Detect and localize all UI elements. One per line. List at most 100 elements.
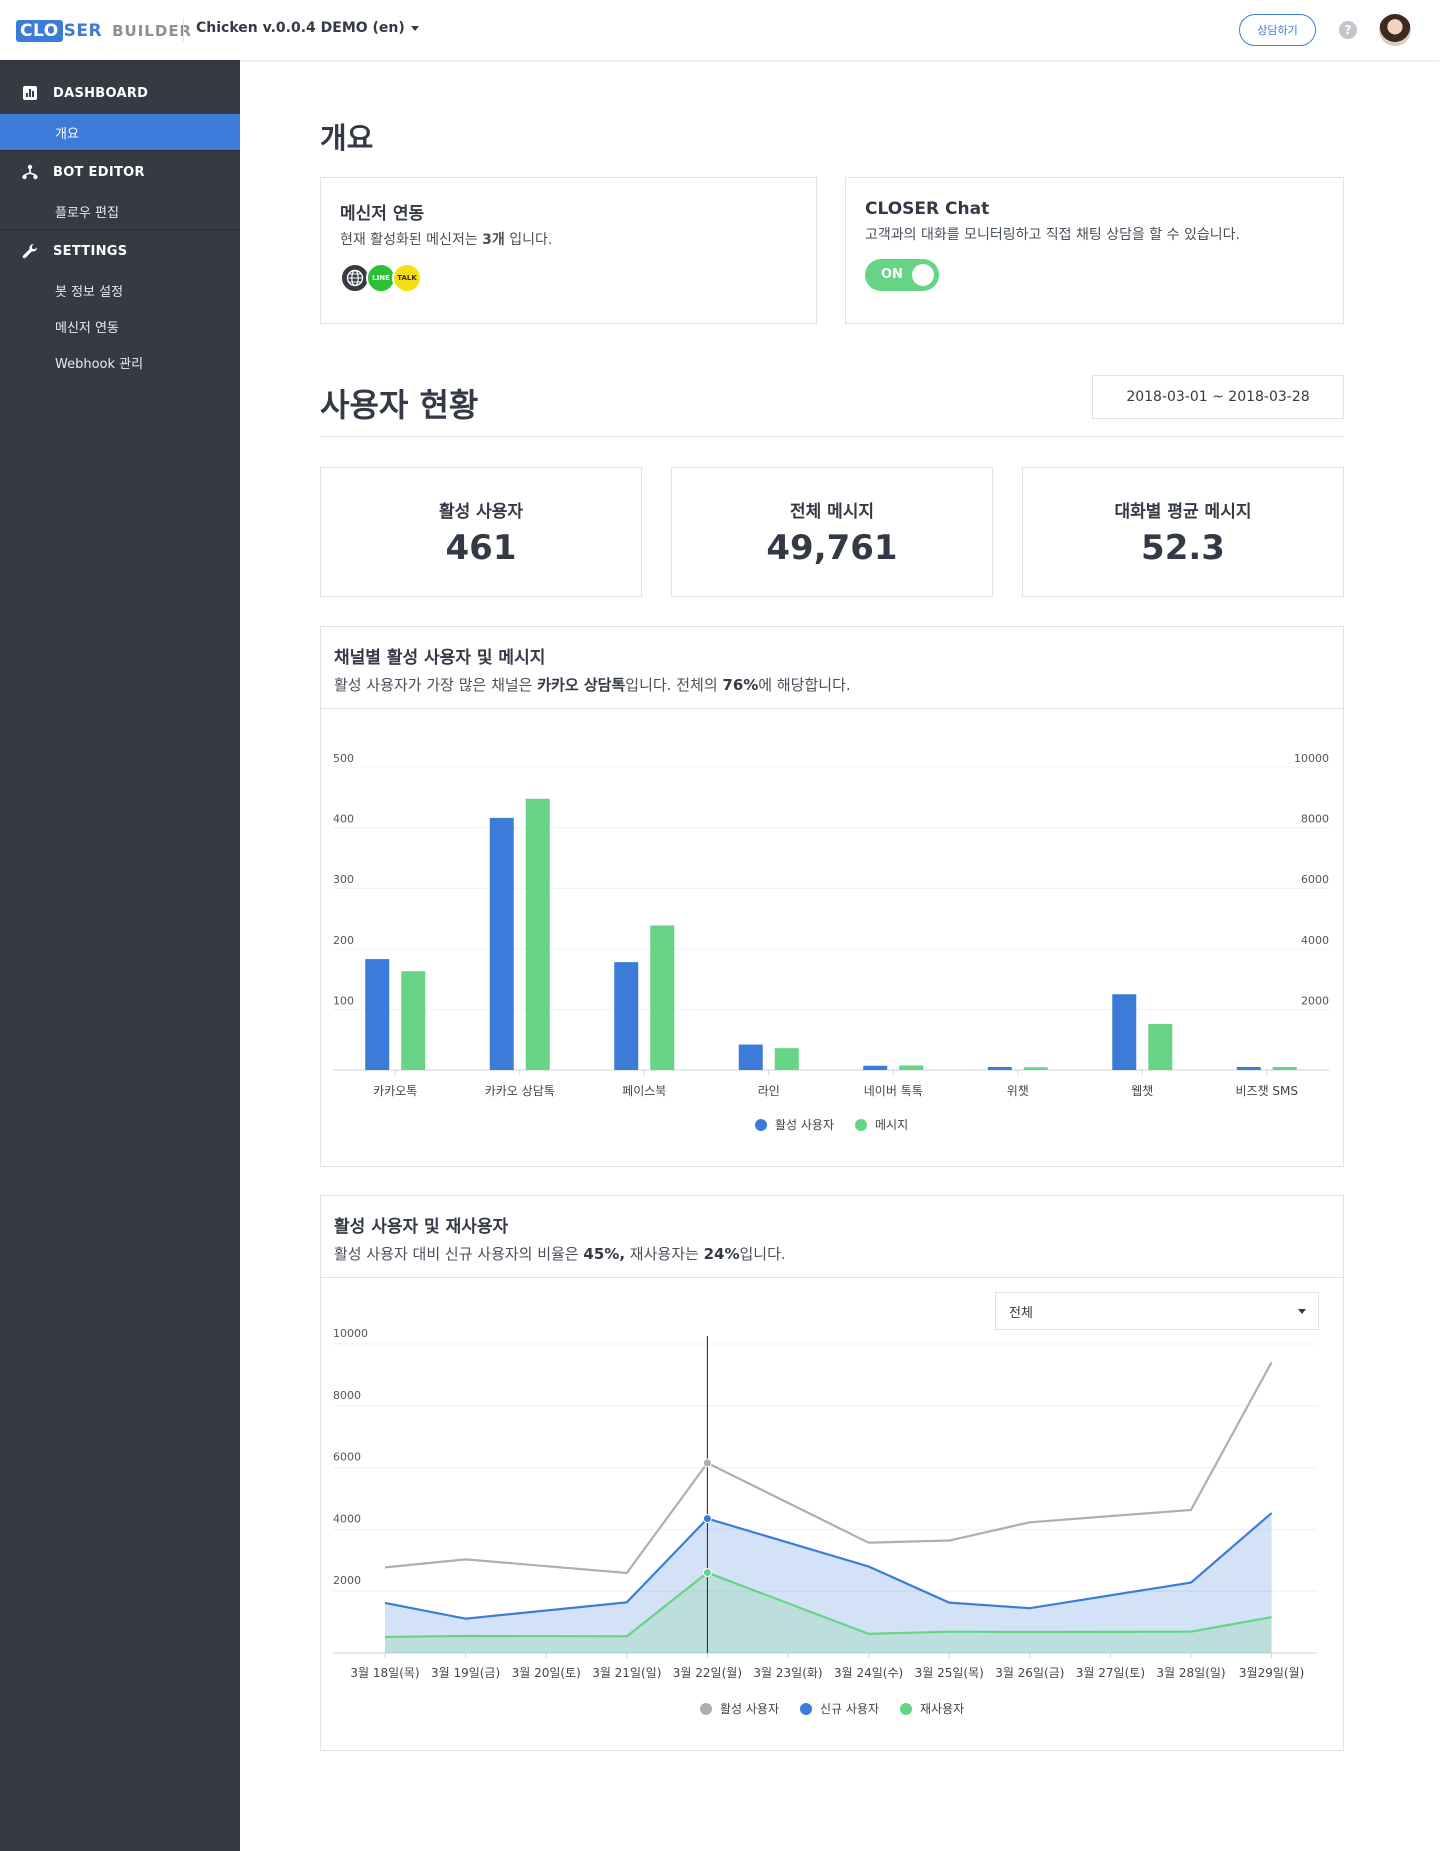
legend-label: 활성 사용자 [720,1702,779,1716]
closer-chat-card: CLOSER Chat 고객과의 대화를 모니터링하고 직접 채팅 상담을 할 … [845,177,1344,324]
hover-point [702,1514,712,1524]
desc-text: 에 해당합니다. [758,676,851,694]
retention-chart-card: 활성 사용자 및 재사용자 활성 사용자 대비 신규 사용자의 비율은 45%,… [320,1195,1344,1751]
bar-active-users [1236,1066,1261,1070]
desc-highlight: 45%, [583,1245,626,1263]
legend-marker [700,1703,712,1715]
bar-active-users [1112,994,1137,1070]
legend-label: 활성 사용자 [775,1118,834,1132]
x-tick-label: 네이버 톡톡 [864,1084,923,1098]
messenger-count: 3개 [482,232,505,248]
project-name: Chicken v.0.0.4 DEMO (en) [196,20,405,36]
caret-down-icon [410,25,419,31]
legend-label: 메시지 [875,1118,908,1132]
y-tick-label: 2000 [333,1574,361,1587]
x-tick-label: 3월 26일(금) [995,1666,1064,1680]
bar-active-users [738,1044,763,1070]
bar-active-users [489,817,514,1070]
user-avatar[interactable] [1379,14,1411,46]
messenger-icons: LINE TALK [340,263,797,293]
toggle-label: ON [881,267,903,282]
legend-marker [755,1119,767,1131]
bar-messages [401,971,426,1070]
legend-marker [900,1703,912,1715]
stat-value: 49,761 [766,527,898,568]
bar-active-users [863,1065,888,1070]
retention-line-chart: 2000 4000 6000 8000 10000 3월 18일(목) 3월 19일(금) 3… [333,1327,1317,1716]
stat-card-total-messages: 전체 메시지 49,761 [671,467,993,597]
y-tick-label-left: 300 [333,873,354,886]
messenger-card: 메신저 연동 현재 활성화된 메신저는 3개 입니다. LINE TALK [320,177,817,324]
bar-messages [1272,1066,1297,1070]
x-tick-label: 비즈챗 SMS [1235,1083,1298,1098]
header-divider [183,18,184,42]
sidebar-item-bot-info[interactable]: 봇 정보 설정 [0,272,240,308]
sidebar-item-overview[interactable]: 개요 [0,114,240,150]
project-dropdown[interactable]: Chicken v.0.0.4 DEMO (en) [196,20,419,36]
logo-builder: BUILDER [112,22,193,40]
x-tick-label: 3월 23일(화) [753,1666,822,1680]
help-icon[interactable]: ? [1339,21,1357,39]
legend-marker [855,1119,867,1131]
y-tick-label-left: 100 [333,994,354,1007]
nav-section-dashboard[interactable]: DASHBOARD [0,72,240,114]
sidebar-item-webhook[interactable]: Webhook 관리 [0,344,240,380]
legend-marker [800,1703,812,1715]
stat-card-avg-messages: 대화별 평균 메시지 52.3 [1022,467,1344,597]
closer-chat-title: CLOSER Chat [865,199,990,219]
desc-text: 활성 사용자 대비 신규 사용자의 비율은 [334,1245,584,1263]
y-tick-label-right: 2000 [1301,994,1329,1007]
hover-point [702,1458,712,1468]
bar-messages [1148,1023,1173,1070]
stat-label: 활성 사용자 [438,501,524,522]
y-tick-label-right: 6000 [1301,873,1329,886]
consult-button[interactable]: 상담하기 [1239,14,1316,46]
flow-icon [22,164,38,180]
date-range-picker[interactable]: 2018-03-01 ~ 2018-03-28 [1092,375,1344,419]
x-tick-label: 3월 22일(월) [673,1666,742,1680]
user-filter-select[interactable]: 전체 [995,1292,1319,1330]
sidebar-item-messenger[interactable]: 메신저 연동 [0,308,240,344]
sidebar: DASHBOARD 개요 BOT EDITOR 플로우 편집 SETTINGS … [0,60,240,1851]
x-tick-label: 3월 21일(일) [592,1666,661,1680]
y-tick-label-right: 4000 [1301,934,1329,947]
chart-desc: 활성 사용자 대비 신규 사용자의 비율은 45%, 재사용자는 24%입니다. [334,1243,1330,1264]
page-title: 개요 [320,121,374,155]
bar-messages [650,925,675,1070]
stat-label: 전체 메시지 [789,501,875,522]
x-tick-label: 페이스북 [622,1084,666,1098]
x-tick-label: 3월 28일(일) [1156,1666,1225,1680]
x-tick-label: 3월 25일(목) [915,1666,984,1680]
nav-section-label: DASHBOARD [53,85,149,101]
x-tick-label: 3월 20일(토) [512,1666,581,1680]
x-tick-label: 위챗 [1007,1083,1029,1098]
closer-logo[interactable]: CLO SER BUILDER [16,19,192,43]
sidebar-item-flow-edit[interactable]: 플로우 편집 [0,193,240,229]
x-tick-label: 카카오톡 [373,1084,417,1098]
x-tick-label: 카카오 상담톡 [485,1084,555,1098]
desc-highlight: 76% [722,676,759,694]
y-tick-label-right: 10000 [1294,752,1329,765]
chart-title: 채널별 활성 사용자 및 메시지 [334,648,546,668]
nav-section-bot-editor[interactable]: BOT EDITOR [0,151,240,193]
section-divider [320,436,1344,437]
nav-section-settings[interactable]: SETTINGS [0,230,240,272]
hover-point [702,1568,712,1578]
desc-highlight: 카카오 상담톡 [537,676,626,694]
chart-desc: 활성 사용자가 가장 많은 채널은 카카오 상담톡입니다. 전체의 76%에 해… [334,674,1330,695]
nav-section-label: SETTINGS [53,243,128,259]
x-tick-label: 3월 27일(토) [1076,1666,1145,1680]
y-tick-label-left: 500 [333,752,354,765]
chart-header: 활성 사용자 및 재사용자 활성 사용자 대비 신규 사용자의 비율은 45%,… [321,1196,1343,1278]
y-tick-label-right: 8000 [1301,813,1329,826]
desc-highlight: 24% [703,1245,740,1263]
closer-chat-toggle[interactable]: ON [865,259,939,291]
y-tick-label: 6000 [333,1451,361,1464]
channel-chart-card: 채널별 활성 사용자 및 메시지 활성 사용자가 가장 많은 채널은 카카오 상… [320,626,1344,1167]
logo-ser: SER [63,21,103,41]
toggle-knob [912,264,934,286]
stat-value: 461 [445,527,517,568]
x-tick-label: 라인 [758,1084,780,1098]
desc-text: 활성 사용자가 가장 많은 채널은 [334,676,538,694]
legend-label: 재사용자 [920,1702,964,1716]
